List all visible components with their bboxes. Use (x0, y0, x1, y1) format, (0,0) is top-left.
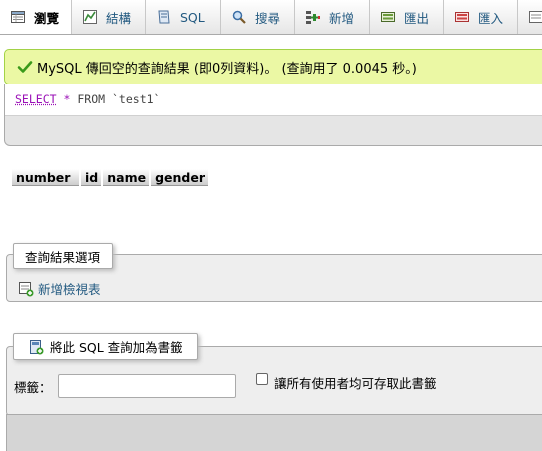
tab-sql[interactable]: SQL (146, 0, 221, 34)
create-view-label: 新增檢視表 (38, 282, 101, 297)
bookmark-label: 標籤： (14, 380, 52, 395)
tab-sql-label: SQL (180, 9, 205, 25)
bookmark-icon (30, 339, 44, 354)
column-header-name[interactable]: name (103, 169, 150, 186)
result-table-header: number id name gender (12, 169, 208, 186)
share-bookmark-checkbox[interactable] (256, 373, 268, 385)
tab-import[interactable]: 匯入 (444, 0, 518, 34)
check-icon (17, 61, 33, 73)
create-view-link[interactable]: 新增檢視表 (18, 279, 101, 298)
bookmark-footer (6, 414, 542, 451)
query-options-legend-text: 查詢結果選項 (25, 249, 101, 265)
tab-insert-label: 新增 (329, 10, 355, 26)
column-header-id[interactable]: id (81, 169, 102, 186)
bookmark-label-input[interactable] (58, 374, 236, 398)
query-options-legend: 查詢結果選項 (13, 243, 113, 269)
sql-icon (158, 10, 170, 24)
tab-search[interactable]: 搜尋 (221, 0, 295, 34)
column-header-number[interactable]: number (12, 169, 79, 186)
more-tab-icon (529, 11, 542, 23)
tab-search-label: 搜尋 (255, 10, 281, 26)
tab-bar: 瀏覽 結構 SQL 搜尋 新增 匯出 匯入 (0, 0, 542, 35)
browse-icon (11, 11, 25, 23)
share-bookmark-label[interactable]: 讓所有使用者均可存取此書籤 (274, 373, 437, 392)
tab-export-label: 匯出 (404, 10, 430, 26)
sql-query-box: SELECT * FROM `test1` (4, 84, 542, 146)
import-icon (455, 12, 469, 22)
bookmark-legend-text: 將此 SQL 查詢加為書籤 (50, 340, 183, 355)
structure-icon (83, 10, 97, 24)
success-message: MySQL 傳回空的查詢結果 (即0列資料)。 (查詢用了 0.0045 秒。) (4, 49, 542, 85)
create-view-icon (19, 281, 34, 296)
sql-table-name: `test1` (112, 92, 161, 106)
bookmark-legend: 將此 SQL 查詢加為書籤 (13, 333, 198, 360)
tab-export[interactable]: 匯出 (370, 0, 444, 34)
column-header-gender[interactable]: gender (151, 169, 208, 186)
sql-star: * (63, 92, 71, 106)
sql-query-text[interactable]: SELECT * FROM `test1` (5, 84, 542, 116)
export-icon (381, 12, 395, 22)
tab-structure[interactable]: 結構 (72, 0, 146, 34)
tab-browse-label: 瀏覽 (34, 10, 60, 26)
sql-keyword-select[interactable]: SELECT (15, 92, 57, 106)
insert-icon (306, 11, 320, 24)
tab-browse[interactable]: 瀏覽 (0, 0, 72, 34)
sql-keyword-from: FROM (77, 92, 106, 106)
success-message-text: MySQL 傳回空的查詢結果 (即0列資料)。 (查詢用了 0.0045 秒。) (37, 61, 417, 77)
tab-insert[interactable]: 新增 (295, 0, 370, 34)
tab-structure-label: 結構 (106, 10, 132, 26)
tab-import-label: 匯入 (478, 10, 504, 26)
search-icon (232, 10, 246, 24)
tab-more[interactable] (518, 0, 542, 34)
